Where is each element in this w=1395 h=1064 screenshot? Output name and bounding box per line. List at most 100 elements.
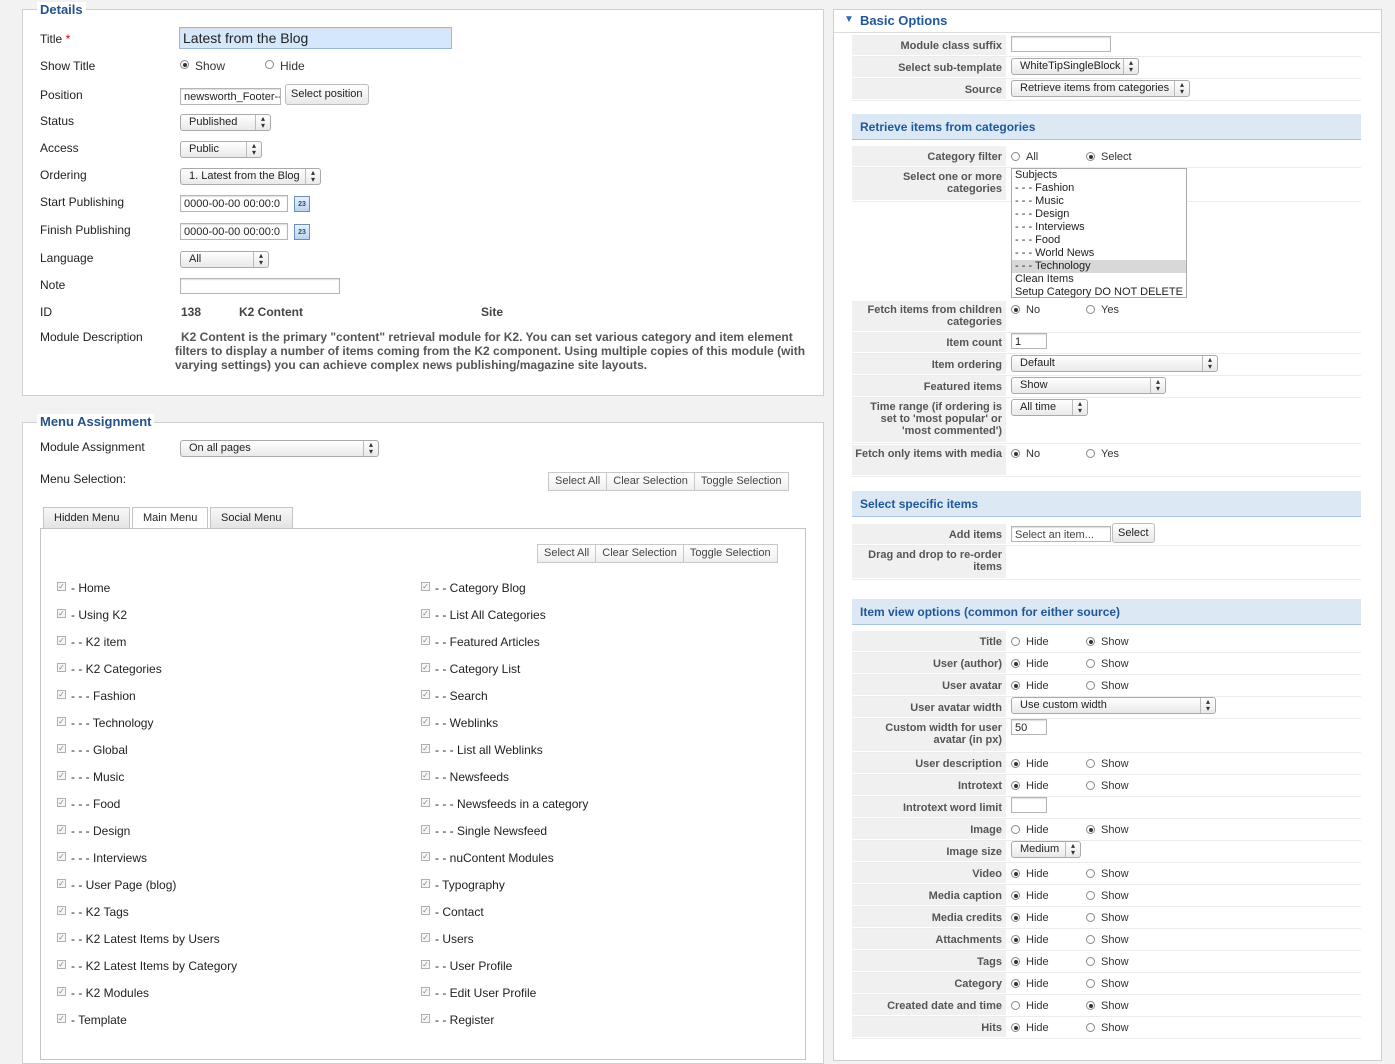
category-option[interactable]: - - - Music — [1012, 195, 1186, 208]
menu-item-checkbox[interactable]: ✓ — [421, 717, 430, 726]
category-option[interactable]: - - - World News — [1012, 247, 1186, 260]
language-select[interactable]: All ▴ ▾ — [180, 251, 269, 268]
custom-width-input[interactable]: 50 — [1011, 719, 1047, 735]
option-radio[interactable] — [1011, 305, 1020, 314]
option-radio[interactable] — [1011, 152, 1020, 161]
menu-item-checkbox[interactable]: ✓ — [57, 717, 66, 726]
menu-item-checkbox[interactable]: ✓ — [421, 744, 430, 753]
option-radio[interactable] — [1011, 913, 1020, 922]
add-items-input[interactable]: Select an item... — [1011, 526, 1111, 542]
tab-social-menu[interactable]: Social Menu — [210, 507, 293, 528]
featured-items-select[interactable]: Show ▴ ▾ — [1011, 377, 1166, 394]
option-radio[interactable] — [1011, 759, 1020, 768]
add-item-select-button[interactable]: Select — [1112, 523, 1155, 543]
menu-item-checkbox[interactable]: ✓ — [57, 825, 66, 834]
menu-item-checkbox[interactable]: ✓ — [421, 609, 430, 618]
source-select[interactable]: Retrieve items from categories ▴ ▾ — [1011, 80, 1190, 97]
option-radio[interactable] — [1011, 681, 1020, 690]
menu-item-checkbox[interactable]: ✓ — [421, 825, 430, 834]
option-radio[interactable] — [1086, 1023, 1095, 1032]
option-radio[interactable] — [1011, 825, 1020, 834]
status-select[interactable]: Published ▴ ▾ — [180, 114, 271, 131]
menu-item-checkbox[interactable]: ✓ — [421, 852, 430, 861]
item-count-input[interactable]: 1 — [1011, 333, 1047, 349]
clear-selection-button[interactable]: Clear Selection — [596, 545, 684, 562]
menu-item-checkbox[interactable]: ✓ — [57, 744, 66, 753]
menu-item-checkbox[interactable]: ✓ — [421, 906, 430, 915]
menu-item-checkbox[interactable]: ✓ — [57, 582, 66, 591]
menu-item-checkbox[interactable]: ✓ — [421, 879, 430, 888]
option-radio[interactable] — [1086, 152, 1095, 161]
menu-item-checkbox[interactable]: ✓ — [421, 960, 430, 969]
option-radio[interactable] — [1086, 825, 1095, 834]
category-option[interactable]: - - - Technology — [1012, 260, 1186, 273]
menu-item-checkbox[interactable]: ✓ — [421, 690, 430, 699]
option-radio[interactable] — [1011, 1001, 1020, 1010]
basic-options-header[interactable]: ▼ Basic Options — [834, 10, 1380, 33]
start-publishing-input[interactable]: 0000-00-00 00:00:0 — [180, 195, 288, 212]
option-radio[interactable] — [1011, 935, 1020, 944]
menu-item-checkbox[interactable]: ✓ — [57, 987, 66, 996]
show-title-show-radio[interactable] — [180, 60, 189, 69]
option-radio[interactable] — [1086, 891, 1095, 900]
menu-item-checkbox[interactable]: ✓ — [57, 879, 66, 888]
tab-main-menu[interactable]: Main Menu — [132, 507, 209, 529]
category-option[interactable]: Subjects — [1012, 169, 1186, 182]
note-input[interactable] — [180, 278, 340, 294]
category-option[interactable]: - - - Fashion — [1012, 182, 1186, 195]
option-radio[interactable] — [1086, 637, 1095, 646]
menu-item-checkbox[interactable]: ✓ — [57, 663, 66, 672]
position-input[interactable]: newsworth_Footer-- — [180, 88, 281, 105]
menu-item-checkbox[interactable]: ✓ — [57, 933, 66, 942]
show-title-hide-radio[interactable] — [265, 60, 274, 69]
toggle-selection-button[interactable]: Toggle Selection — [684, 545, 777, 562]
option-radio[interactable] — [1011, 781, 1020, 790]
toggle-selection-button[interactable]: Toggle Selection — [695, 473, 788, 490]
option-radio[interactable] — [1011, 869, 1020, 878]
select-all-button[interactable]: Select All — [538, 545, 597, 562]
menu-item-checkbox[interactable]: ✓ — [421, 663, 430, 672]
option-radio[interactable] — [1086, 1001, 1095, 1010]
option-radio[interactable] — [1086, 659, 1095, 668]
category-option[interactable]: Clean Items — [1012, 273, 1186, 286]
select-all-button[interactable]: Select All — [549, 473, 608, 490]
menu-item-checkbox[interactable]: ✓ — [421, 636, 430, 645]
option-radio[interactable] — [1086, 935, 1095, 944]
introtext-limit-input[interactable] — [1011, 797, 1047, 813]
option-radio[interactable] — [1086, 681, 1095, 690]
title-input[interactable]: Latest from the Blog — [179, 27, 452, 49]
menu-item-checkbox[interactable]: ✓ — [57, 771, 66, 780]
category-option[interactable]: - - - Design — [1012, 208, 1186, 221]
access-select[interactable]: Public ▴ ▾ — [180, 141, 262, 158]
option-radio[interactable] — [1086, 913, 1095, 922]
user-avatar-width-select[interactable]: Use custom width ▴ ▾ — [1011, 697, 1216, 714]
menu-item-checkbox[interactable]: ✓ — [57, 1014, 66, 1023]
category-option[interactable]: - - - Interviews — [1012, 221, 1186, 234]
select-position-button[interactable]: Select position — [285, 84, 369, 105]
menu-item-checkbox[interactable]: ✓ — [57, 609, 66, 618]
item-ordering-select[interactable]: Default ▴ ▾ — [1011, 355, 1218, 372]
option-radio[interactable] — [1011, 659, 1020, 668]
menu-item-checkbox[interactable]: ✓ — [57, 636, 66, 645]
option-radio[interactable] — [1086, 957, 1095, 966]
menu-item-checkbox[interactable]: ✓ — [421, 798, 430, 807]
option-radio[interactable] — [1011, 957, 1020, 966]
tab-hidden-menu[interactable]: Hidden Menu — [43, 507, 131, 528]
menu-item-checkbox[interactable]: ✓ — [57, 852, 66, 861]
option-radio[interactable] — [1086, 759, 1095, 768]
calendar-icon[interactable]: 23 — [294, 196, 310, 212]
menu-item-checkbox[interactable]: ✓ — [421, 933, 430, 942]
menu-item-checkbox[interactable]: ✓ — [57, 960, 66, 969]
menu-item-checkbox[interactable]: ✓ — [421, 771, 430, 780]
option-radio[interactable] — [1086, 449, 1095, 458]
menu-item-checkbox[interactable]: ✓ — [57, 798, 66, 807]
option-radio[interactable] — [1011, 891, 1020, 900]
option-radio[interactable] — [1011, 1023, 1020, 1032]
finish-publishing-input[interactable]: 0000-00-00 00:00:0 — [180, 223, 288, 240]
option-radio[interactable] — [1011, 979, 1020, 988]
option-radio[interactable] — [1086, 979, 1095, 988]
time-range-select[interactable]: All time ▴ ▾ — [1011, 399, 1088, 416]
menu-item-checkbox[interactable]: ✓ — [421, 582, 430, 591]
option-radio[interactable] — [1086, 869, 1095, 878]
option-radio[interactable] — [1086, 305, 1095, 314]
